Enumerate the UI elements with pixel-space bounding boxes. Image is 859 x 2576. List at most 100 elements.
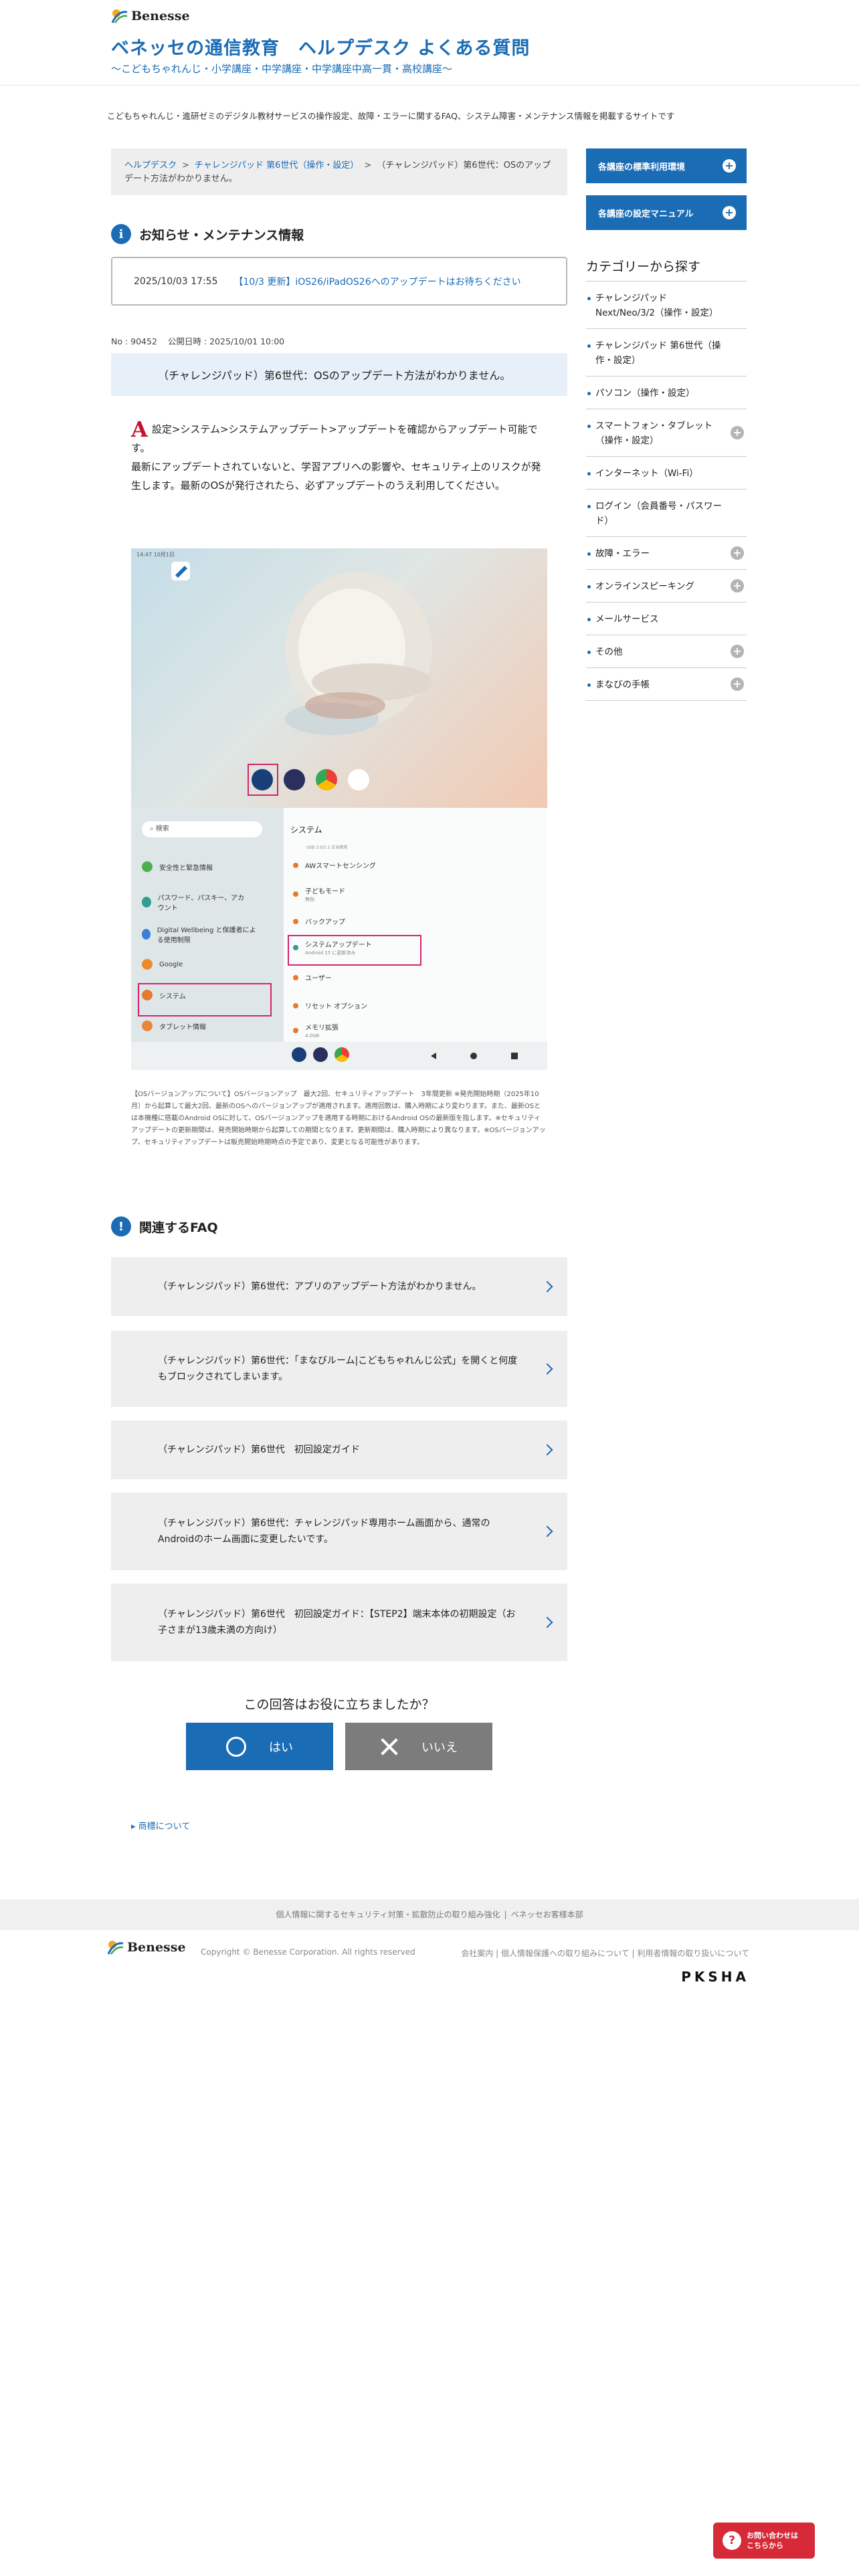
related-faq-item[interactable]: （チャレンジパッド）第6世代 初回設定ガイド xyxy=(111,1420,567,1479)
category-item[interactable]: 故障・エラー + xyxy=(586,537,747,570)
answer-label: A xyxy=(131,417,148,442)
question-bubble-icon: ? xyxy=(723,2531,741,2550)
breadcrumb-separator: > xyxy=(182,160,189,171)
notice-link[interactable]: 【10/3 更新】iOS26/iPadOS26へのアップデートはお待ちください xyxy=(234,275,521,288)
category-item[interactable]: スマートフォン・タブレット（操作・設定） + xyxy=(586,409,747,457)
category-label: オンラインスピーキング xyxy=(595,581,694,592)
settings-manual-button[interactable]: 各講座の設定マニュアル + xyxy=(586,195,747,230)
footer-support-link[interactable]: ベネッセお客様本部 xyxy=(511,1910,583,1919)
category-label: スマートフォン・タブレット（操作・設定） xyxy=(595,421,713,446)
category-label: 故障・エラー xyxy=(595,548,650,559)
copyright: Copyright © Benesse Corporation. All rig… xyxy=(201,1947,415,1957)
notice-heading: i お知らせ・メンテナンス情報 xyxy=(111,224,304,244)
benesse-logo-icon xyxy=(107,1941,124,1955)
feedback-yes-button[interactable]: はい xyxy=(186,1723,333,1770)
system-item: 子どもモード 無効 xyxy=(293,885,345,903)
expand-plus-icon[interactable]: + xyxy=(731,546,744,560)
settings-screen: ⌕ 検索 安全性と緊急情報 パスワード、パスキー、アカウント Digital W… xyxy=(131,808,547,1070)
settings-item: Google xyxy=(142,959,183,970)
nav-buttons xyxy=(431,1053,518,1059)
plus-icon: + xyxy=(723,206,736,219)
breadcrumb-home[interactable]: ヘルプデスク xyxy=(124,160,177,171)
trademark-link[interactable]: ▸ 商標について xyxy=(131,1819,190,1832)
feedback-no-button[interactable]: いいえ xyxy=(345,1723,492,1770)
site-intro: こどもちゃれんじ・進研ゼミのデジタル教材サービスの操作設定、故障・エラーに関する… xyxy=(107,111,675,121)
system-panel-title: システム xyxy=(290,825,322,835)
expand-plus-icon[interactable]: + xyxy=(731,677,744,691)
faq-meta: No : 90452 公開日時 : 2025/10/01 10:00 xyxy=(111,334,295,347)
os-update-footnote: 【OSバージョンアップについて】OSバージョンアップ 最大2回、セキュリティアッ… xyxy=(131,1091,546,1146)
settings-item: タブレット情報 xyxy=(142,1021,206,1031)
corp-link[interactable]: 会社案内 xyxy=(461,1949,493,1958)
chevron-right-icon xyxy=(541,1616,553,1628)
category-item[interactable]: ログイン（会員番号・パスワード） xyxy=(586,490,747,537)
related-faq-item[interactable]: （チャレンジパッド）第6世代：「まなびルーム|こどもちゃれんじ公式」を開くと何度… xyxy=(111,1331,567,1407)
chevron-right-icon xyxy=(541,1281,553,1293)
related-faq-item[interactable]: （チャレンジパッド）第6世代 初回設定ガイド：【STEP2】端末本体の初期設定（… xyxy=(111,1584,567,1661)
corp-link[interactable]: 利用者情報の取り扱いについて xyxy=(637,1949,749,1958)
category-label: チャレンジパッド Next/Neo/3/2（操作・設定） xyxy=(595,293,719,318)
footer-logo[interactable]: Benesse xyxy=(107,1939,186,1955)
category-label: その他 xyxy=(595,647,623,657)
corporate-links: 会社案内 | 個人情報保護への取り組みについて | 利用者情報の取り扱いについて xyxy=(461,1949,749,1958)
category-label: メールサービス xyxy=(595,614,659,625)
category-item[interactable]: まなびの手帳 + xyxy=(586,668,747,701)
question-title: （チャレンジパッド）第6世代：OSのアップデート方法がわかりません。 xyxy=(111,353,567,396)
category-item[interactable]: チャレンジパッド Next/Neo/3/2（操作・設定） xyxy=(586,282,747,329)
logo-text: Benesse xyxy=(131,9,190,23)
benesse-logo[interactable]: Benesse xyxy=(111,7,190,25)
category-item[interactable]: オンラインスピーキング + xyxy=(586,570,747,603)
camera-app-icon xyxy=(284,769,305,790)
system-item: リセット オプション xyxy=(293,1000,367,1010)
site-title[interactable]: ベネッセの通信教育 ヘルプデスク よくある質問 xyxy=(111,33,530,60)
settings-item: Digital Wellbeing と保護者による使用制限 xyxy=(142,924,262,944)
category-item[interactable]: メールサービス xyxy=(586,603,747,635)
feedback-yes-label: はい xyxy=(269,1740,293,1755)
highlight-settings-icon xyxy=(248,764,278,796)
contact-button[interactable]: ? お問い合わせは こちらから xyxy=(713,2523,815,2559)
related-faq-item[interactable]: （チャレンジパッド）第6世代：チャレンジパッド専用ホーム画面から、通常のAndr… xyxy=(111,1493,567,1570)
chevron-right-icon xyxy=(541,1363,553,1375)
category-title: カテゴリーから探す xyxy=(586,259,701,274)
related-faq-item[interactable]: （チャレンジパッド）第6世代：アプリのアップデート方法がわかりません。 xyxy=(111,1257,567,1316)
faq-published: 公開日時 : 2025/10/01 10:00 xyxy=(167,336,285,346)
category-item[interactable]: パソコン（操作・設定） xyxy=(586,377,747,409)
site-header: Benesse ベネッセの通信教育 ヘルプデスク よくある質問 〜こどもちゃれん… xyxy=(0,0,859,86)
feedback-no-label: いいえ xyxy=(421,1740,458,1755)
category-label: まなびの手帳 xyxy=(595,679,650,690)
corp-link[interactable]: 個人情報保護への取り組みについて xyxy=(501,1949,630,1958)
search-icon: ⌕ xyxy=(150,825,156,833)
exclamation-icon: ! xyxy=(111,1216,131,1237)
category-label: ログイン（会員番号・パスワード） xyxy=(595,501,722,526)
category-item[interactable]: インターネット（Wi-Fi） xyxy=(586,457,747,490)
footer-logo-text: Benesse xyxy=(127,1940,186,1955)
circle-icon xyxy=(226,1736,246,1757)
expand-plus-icon[interactable]: + xyxy=(731,645,744,658)
faq-number: No : 90452 xyxy=(111,336,157,346)
highlight-system-update xyxy=(288,935,421,966)
chrome-app-icon xyxy=(316,769,337,790)
home-screen: 14:47 10月1日 xyxy=(131,548,547,808)
contact-line-2: こちらから xyxy=(747,2541,783,2550)
category-item[interactable]: チャレンジパッド 第6世代（操作・設定） xyxy=(586,329,747,377)
footer-security-link[interactable]: 個人情報に関するセキュリティ対策・拡散防止の取り組み強化 xyxy=(276,1910,500,1919)
breadcrumb-category[interactable]: チャレンジパッド 第6世代（操作・設定） xyxy=(195,160,359,171)
category-item[interactable]: その他 + xyxy=(586,635,747,668)
chevron-right-icon xyxy=(541,1444,553,1456)
category-list: チャレンジパッド Next/Neo/3/2（操作・設定） チャレンジパッド 第6世… xyxy=(586,281,747,701)
expand-plus-icon[interactable]: + xyxy=(731,579,744,593)
settings-search: ⌕ 検索 xyxy=(142,821,262,837)
benesse-logo-icon xyxy=(111,9,128,23)
breadcrumb-separator: > xyxy=(364,160,372,171)
standard-environment-button[interactable]: 各講座の標準利用環境 + xyxy=(586,148,747,183)
footer-separator: | xyxy=(504,1910,507,1919)
tablet-nav-bar xyxy=(131,1042,547,1070)
breadcrumb: ヘルプデスク > チャレンジパッド 第6世代（操作・設定） > （チャレンジパッド）第6… xyxy=(111,148,567,195)
system-item: ユーザー xyxy=(293,972,332,982)
system-panel: システム USB 3.0/3.1 正当使用 AWスマートセンシング 子どもモード… xyxy=(284,808,547,1042)
info-icon: i xyxy=(111,224,131,244)
answer-line-2: 最新にアップデートされていないと、学習アプリへの影響や、セキュリティ上のリスクが… xyxy=(131,461,541,492)
plus-icon: + xyxy=(723,159,736,173)
expand-plus-icon[interactable]: + xyxy=(731,426,744,439)
settings-item: パスワード、パスキー、アカウント xyxy=(142,892,249,912)
